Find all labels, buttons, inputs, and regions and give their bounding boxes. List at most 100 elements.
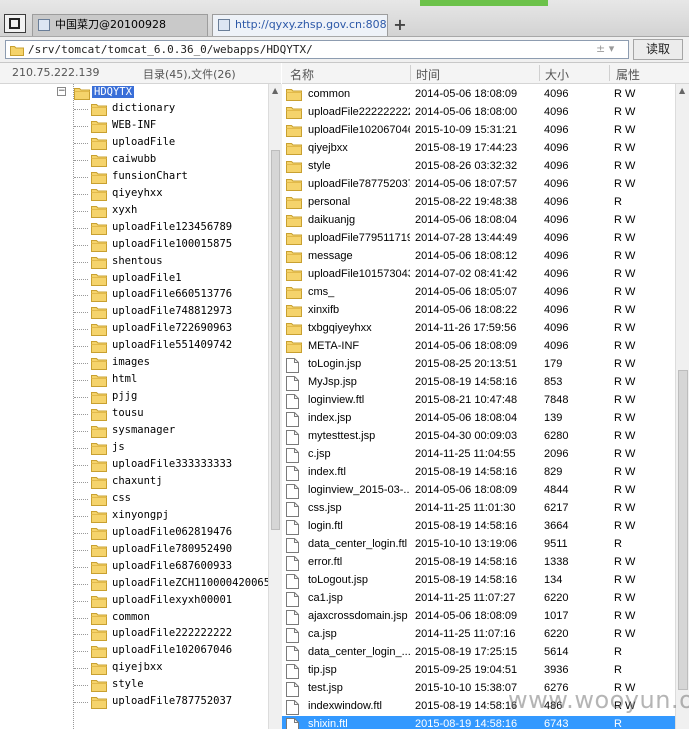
tree-item[interactable]: uploadFile660513776 (0, 287, 268, 304)
column-time-header[interactable]: 时间 (416, 66, 440, 83)
tree-item[interactable]: chaxuntj (0, 474, 268, 491)
left-scroll-thumb[interactable] (271, 150, 280, 530)
tree-item[interactable]: xyxh (0, 203, 268, 220)
file-row[interactable]: tip.jsp 2015-09-25 19:04:51 3936 R (282, 662, 675, 680)
folder-row[interactable]: uploadFile101573043 2014-07-02 08:41:42 40… (282, 266, 675, 284)
tree-item[interactable]: uploadFile780952490 (0, 542, 268, 559)
tree-item[interactable]: uploadFile333333333 (0, 457, 268, 474)
file-row[interactable]: indexwindow.ftl 2015-08-19 14:58:16 486 R W (282, 698, 675, 716)
folder-icon (91, 476, 107, 489)
tree-item[interactable]: uploadFile102067046 (0, 643, 268, 660)
file-row[interactable]: data_center_login_... 2015-08-19 17:25:15… (282, 644, 675, 662)
left-scrollbar[interactable]: ▲ (268, 84, 282, 729)
new-tab-button[interactable]: + (392, 16, 408, 34)
folder-row[interactable]: personal 2015-08-22 19:48:38 4096 R (282, 194, 675, 212)
tree-item[interactable]: xinyongpj (0, 508, 268, 525)
tree-item[interactable]: uploadFile787752037 (0, 694, 268, 711)
file-row[interactable]: error.ftl 2015-08-19 14:58:16 1338 R W (282, 554, 675, 572)
path-input[interactable]: /srv/tomcat/tomcat_6.0.36_0/webapps/HDQY… (5, 40, 629, 59)
folder-row[interactable]: META-INF 2014-05-06 18:08:09 4096 R W (282, 338, 675, 356)
tree-item[interactable]: uploadFile062819476 (0, 525, 268, 542)
folder-icon (286, 196, 302, 209)
tree-item[interactable]: sysmanager (0, 423, 268, 440)
file-row[interactable]: test.jsp 2015-10-10 15:38:07 6276 R W (282, 680, 675, 698)
path-text: /srv/tomcat/tomcat_6.0.36_0/webapps/HDQY… (28, 43, 313, 56)
file-row[interactable]: ajaxcrossdomain.jsp 2014-05-06 18:08:09 10… (282, 608, 675, 626)
right-scroll-thumb[interactable] (678, 370, 688, 690)
tree-item[interactable]: funsionChart (0, 169, 268, 186)
tree-item[interactable]: common (0, 610, 268, 627)
path-dropdown-toggle[interactable]: ± ▾ (596, 42, 614, 55)
file-row[interactable]: c.jsp 2014-11-25 11:04:55 2096 R W (282, 446, 675, 464)
tree-item[interactable]: js (0, 440, 268, 457)
tree-item[interactable]: uploadFile1 (0, 271, 268, 288)
folder-row[interactable]: txbgqiyeyhxx 2014-11-26 17:59:56 4096 R W (282, 320, 675, 338)
file-row[interactable]: loginview.ftl 2015-08-21 10:47:48 7848 R W (282, 392, 675, 410)
tab-web-url[interactable]: http://qyxy.zhsp.gov.cn:8088... (212, 14, 388, 36)
tree-item[interactable]: uploadFile687600933 (0, 559, 268, 576)
tree-item[interactable]: uploadFile722690963 (0, 321, 268, 338)
folder-row[interactable]: message 2014-05-06 18:08:12 4096 R W (282, 248, 675, 266)
column-size-header[interactable]: 大小 (545, 66, 569, 83)
tree-item[interactable]: tousu (0, 406, 268, 423)
column-name-header[interactable]: 名称 (290, 66, 314, 83)
tree-root-item[interactable]: HDQYTX (0, 85, 268, 102)
folder-row[interactable]: xinxifb 2014-05-06 18:08:22 4096 R W (282, 302, 675, 320)
tree-item[interactable]: images (0, 355, 268, 372)
tree-item[interactable]: html (0, 372, 268, 389)
tree-item[interactable]: uploadFile100015875 (0, 237, 268, 254)
file-time: 2014-05-06 18:07:57 (415, 178, 518, 190)
tree-item[interactable]: css (0, 491, 268, 508)
tree-item[interactable]: WEB-INF (0, 118, 268, 135)
column-attr-header[interactable]: 属性 (616, 66, 640, 83)
file-icon (286, 358, 299, 373)
folder-row[interactable]: qiyejbxx 2015-08-19 17:44:23 4096 R W (282, 140, 675, 158)
scroll-up-arrow-icon[interactable]: ▲ (272, 86, 278, 95)
tree-item[interactable]: qiyejbxx (0, 660, 268, 677)
folder-row[interactable]: uploadFile787752037 2014-05-06 18:07:57 40… (282, 176, 675, 194)
tree-item[interactable]: uploadFile551409742 (0, 338, 268, 355)
file-row[interactable]: toLogout.jsp 2015-08-19 14:58:16 134 R W (282, 572, 675, 590)
file-size: 5614 (544, 646, 569, 658)
tree-item[interactable]: qiyeyhxx (0, 186, 268, 203)
file-row[interactable]: data_center_login.ftl 2015-10-10 13:19:06… (282, 536, 675, 554)
file-row[interactable]: login.ftl 2015-08-19 14:58:16 3664 R W (282, 518, 675, 536)
tree-item[interactable]: uploadFilexyxh00001 (0, 593, 268, 610)
folder-row[interactable]: uploadFile779511719 2014-07-28 13:44:49 40… (282, 230, 675, 248)
file-row[interactable]: ca.jsp 2014-11-25 11:07:16 6220 R W (282, 626, 675, 644)
right-scrollbar[interactable]: ▲ (675, 84, 689, 729)
tree-item[interactable]: uploadFile748812973 (0, 304, 268, 321)
read-button[interactable]: 读取 (633, 39, 683, 60)
tree-item[interactable]: style (0, 677, 268, 694)
tree-item[interactable]: uploadFile123456789 (0, 220, 268, 237)
tree-item[interactable]: pjjg (0, 389, 268, 406)
folder-row[interactable]: style 2015-08-26 03:32:32 4096 R W (282, 158, 675, 176)
tab-caidao[interactable]: 中国菜刀@20100928 (32, 14, 208, 36)
tree-item[interactable]: uploadFileZCH1100004200651 (0, 576, 268, 593)
window-menu-button[interactable] (4, 14, 26, 33)
tree-item[interactable]: uploadFile (0, 135, 268, 152)
tree-item[interactable]: shentous (0, 254, 268, 271)
scroll-up-arrow-icon[interactable]: ▲ (679, 86, 685, 95)
file-attr: R W (614, 700, 636, 712)
file-row[interactable]: index.jsp 2014-05-06 18:08:04 139 R W (282, 410, 675, 428)
tree-item[interactable]: dictionary (0, 101, 268, 118)
folder-row[interactable]: uploadFile102067046 2015-10-09 15:31:21 40… (282, 122, 675, 140)
file-row[interactable]: loginview_2015-03-... 2014-05-06 18:08:09… (282, 482, 675, 500)
file-row[interactable]: css.jsp 2014-11-25 11:01:30 6217 R W (282, 500, 675, 518)
folder-row[interactable]: cms_ 2014-05-06 18:05:07 4096 R W (282, 284, 675, 302)
folder-row[interactable]: uploadFile222222222 2014-05-06 18:08:00 40… (282, 104, 675, 122)
file-row[interactable]: index.ftl 2015-08-19 14:58:16 829 R W (282, 464, 675, 482)
tree-item[interactable]: uploadFile222222222 (0, 626, 268, 643)
file-name: qiyejbxx (308, 142, 348, 154)
tree-item[interactable]: caiwubb (0, 152, 268, 169)
folder-row[interactable]: daikuanjg 2014-05-06 18:08:04 4096 R W (282, 212, 675, 230)
file-row[interactable]: ca1.jsp 2014-11-25 11:07:27 6220 R W (282, 590, 675, 608)
tree-collapse-toggle[interactable]: − (57, 87, 66, 96)
file-row[interactable]: MyJsp.jsp 2015-08-19 14:58:16 853 R W (282, 374, 675, 392)
file-row[interactable]: toLogin.jsp 2015-08-25 20:13:51 179 R W (282, 356, 675, 374)
file-row[interactable]: mytesttest.jsp 2015-04-30 00:09:03 6280 R W (282, 428, 675, 446)
file-row[interactable]: shixin.ftl 2015-08-19 14:58:16 6743 R (282, 716, 675, 729)
folder-row[interactable]: common 2014-05-06 18:08:09 4096 R W (282, 86, 675, 104)
file-time: 2014-05-06 18:08:09 (415, 610, 518, 622)
